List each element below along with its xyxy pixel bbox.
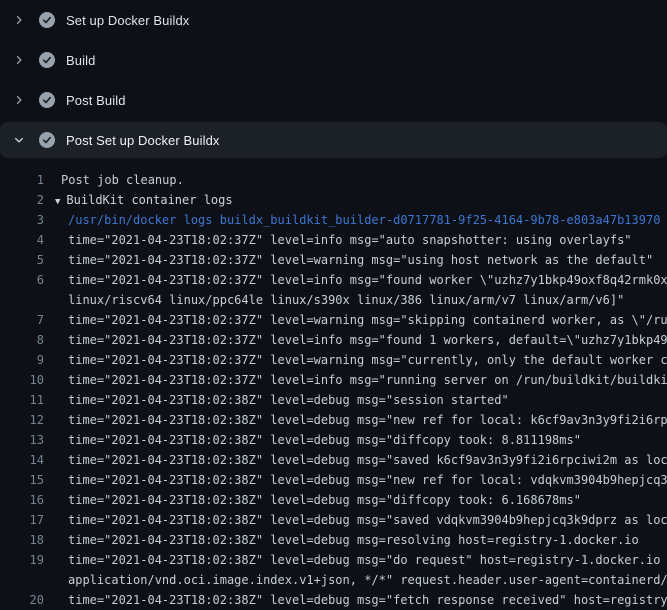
line-number[interactable]: 6	[0, 270, 44, 290]
log-row: 3/usr/bin/docker logs buildx_buildkit_bu…	[0, 210, 667, 230]
log-row: 9time="2021-04-23T18:02:37Z" level=warni…	[0, 350, 667, 370]
log-row: 6time="2021-04-23T18:02:37Z" level=info …	[0, 270, 667, 290]
log-text: time="2021-04-23T18:02:37Z" level=info m…	[44, 230, 667, 250]
chevron-right-icon[interactable]	[12, 53, 26, 67]
line-number[interactable]: 12	[0, 410, 44, 430]
log-text: linux/riscv64 linux/ppc64le linux/s390x …	[44, 290, 667, 310]
log-text: time="2021-04-23T18:02:38Z" level=debug …	[44, 490, 667, 510]
check-circle-icon	[39, 92, 55, 108]
line-number[interactable]: 4	[0, 230, 44, 250]
step-row-post-build[interactable]: Post Build	[0, 80, 667, 120]
line-number[interactable]: 11	[0, 390, 44, 410]
log-row: 11time="2021-04-23T18:02:38Z" level=debu…	[0, 390, 667, 410]
line-number	[0, 290, 44, 310]
log-row: 10time="2021-04-23T18:02:37Z" level=info…	[0, 370, 667, 390]
step-list: Set up Docker Buildx Build Post Build Post …	[0, 0, 667, 160]
log-row: 20time="2021-04-23T18:02:38Z" level=debu…	[0, 590, 667, 610]
line-number[interactable]: 3	[0, 210, 44, 230]
log-row: 8time="2021-04-23T18:02:37Z" level=info …	[0, 330, 667, 350]
log-command-text: /usr/bin/docker logs buildx_buildkit_bui…	[44, 210, 667, 230]
log-row: 19time="2021-04-23T18:02:38Z" level=debu…	[0, 550, 667, 570]
line-number	[0, 570, 44, 590]
log-text: time="2021-04-23T18:02:38Z" level=debug …	[44, 590, 667, 610]
step-row-set-up-docker-buildx[interactable]: Set up Docker Buildx	[0, 0, 667, 40]
log-row: 15time="2021-04-23T18:02:38Z" level=debu…	[0, 470, 667, 490]
log-text: time="2021-04-23T18:02:38Z" level=debug …	[44, 450, 667, 470]
log-text: time="2021-04-23T18:02:38Z" level=debug …	[44, 410, 667, 430]
log-text: time="2021-04-23T18:02:38Z" level=debug …	[44, 390, 667, 410]
log-row: 18time="2021-04-23T18:02:38Z" level=debu…	[0, 530, 667, 550]
log-text: time="2021-04-23T18:02:38Z" level=debug …	[44, 550, 667, 570]
line-number[interactable]: 14	[0, 450, 44, 470]
check-circle-icon	[39, 132, 55, 148]
step-title: Post Set up Docker Buildx	[66, 133, 220, 148]
group-toggle-icon[interactable]: ▼	[55, 192, 60, 211]
chevron-right-icon[interactable]	[12, 93, 26, 107]
log-row: 12time="2021-04-23T18:02:38Z" level=debu…	[0, 410, 667, 430]
log-text: time="2021-04-23T18:02:37Z" level=info m…	[44, 330, 667, 350]
check-circle-icon	[39, 52, 55, 68]
log-row: linux/riscv64 linux/ppc64le linux/s390x …	[0, 290, 667, 310]
log-text: time="2021-04-23T18:02:37Z" level=warnin…	[44, 250, 667, 270]
log-row: 14time="2021-04-23T18:02:38Z" level=debu…	[0, 450, 667, 470]
line-number[interactable]: 20	[0, 590, 44, 610]
log-text: time="2021-04-23T18:02:37Z" level=info m…	[44, 270, 667, 290]
log-text: ▼ BuildKit container logs	[44, 190, 667, 210]
log-area: 1Post job cleanup.2 ▼ BuildKit container l…	[0, 170, 667, 610]
log-row: 4time="2021-04-23T18:02:37Z" level=info …	[0, 230, 667, 250]
log-row: 1Post job cleanup.	[0, 170, 667, 190]
line-number[interactable]: 5	[0, 250, 44, 270]
log-text: time="2021-04-23T18:02:38Z" level=debug …	[44, 530, 667, 550]
log-row: 7time="2021-04-23T18:02:37Z" level=warni…	[0, 310, 667, 330]
line-number[interactable]: 10	[0, 370, 44, 390]
line-number[interactable]: 2	[0, 190, 44, 210]
line-number[interactable]: 16	[0, 490, 44, 510]
log-text: time="2021-04-23T18:02:38Z" level=debug …	[44, 430, 667, 450]
log-row: 2 ▼ BuildKit container logs	[0, 190, 667, 210]
log-row: 5time="2021-04-23T18:02:37Z" level=warni…	[0, 250, 667, 270]
log-row: application/vnd.oci.image.index.v1+json,…	[0, 570, 667, 590]
log-text: time="2021-04-23T18:02:37Z" level=warnin…	[44, 310, 667, 330]
step-title: Set up Docker Buildx	[66, 13, 189, 28]
line-number[interactable]: 18	[0, 530, 44, 550]
check-circle-icon	[39, 12, 55, 28]
log-text: time="2021-04-23T18:02:37Z" level=warnin…	[44, 350, 667, 370]
log-row: 13time="2021-04-23T18:02:38Z" level=debu…	[0, 430, 667, 450]
step-row-post-set-up-docker-buildx[interactable]: Post Set up Docker Buildx	[0, 120, 667, 160]
log-text: time="2021-04-23T18:02:38Z" level=debug …	[44, 510, 667, 530]
log-row: 16time="2021-04-23T18:02:38Z" level=debu…	[0, 490, 667, 510]
line-number[interactable]: 13	[0, 430, 44, 450]
line-number[interactable]: 19	[0, 550, 44, 570]
line-number[interactable]: 17	[0, 510, 44, 530]
log-text: application/vnd.oci.image.index.v1+json,…	[44, 570, 667, 590]
chevron-down-icon[interactable]	[12, 133, 26, 147]
log-text: time="2021-04-23T18:02:38Z" level=debug …	[44, 470, 667, 490]
line-number[interactable]: 7	[0, 310, 44, 330]
step-row-build[interactable]: Build	[0, 40, 667, 80]
line-number[interactable]: 8	[0, 330, 44, 350]
line-number[interactable]: 9	[0, 350, 44, 370]
group-title[interactable]: BuildKit container logs	[66, 193, 232, 207]
step-title: Build	[66, 53, 95, 68]
line-number[interactable]: 15	[0, 470, 44, 490]
log-text: Post job cleanup.	[44, 170, 667, 190]
log-row: 17time="2021-04-23T18:02:38Z" level=debu…	[0, 510, 667, 530]
line-number[interactable]: 1	[0, 170, 44, 190]
step-title: Post Build	[66, 93, 126, 108]
log-text: time="2021-04-23T18:02:37Z" level=info m…	[44, 370, 667, 390]
chevron-right-icon[interactable]	[12, 13, 26, 27]
